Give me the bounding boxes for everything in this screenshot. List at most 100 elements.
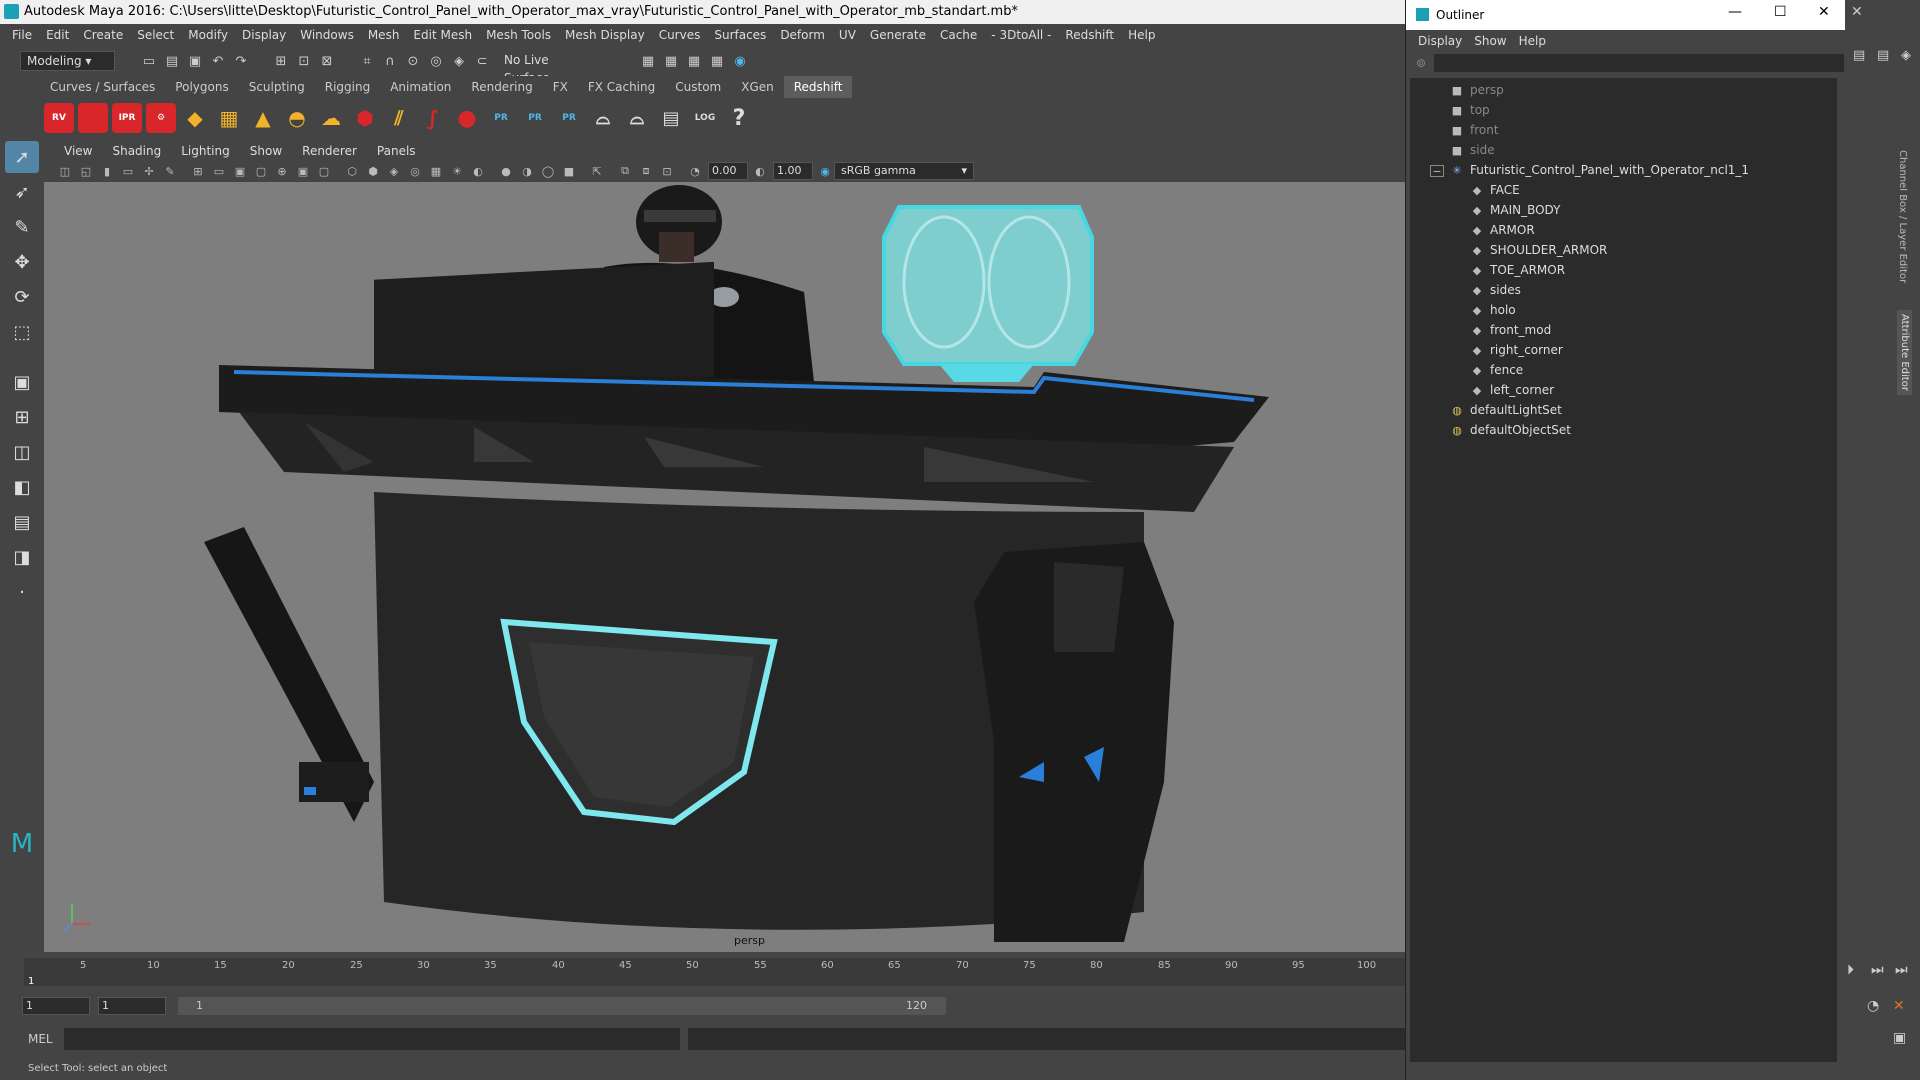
vp-menu-lighting[interactable]: Lighting [181,144,230,158]
outliner-menu-show[interactable]: Show [1474,34,1506,48]
outliner-camera-persp[interactable]: ■ persp [1450,80,1504,100]
collapse-icon[interactable]: · [5,576,39,608]
screen-space-ao-icon[interactable]: ● [497,162,515,180]
snap-grid-icon[interactable]: ⌗ [357,51,377,71]
perspective-viewport[interactable]: persp [44,182,1406,952]
tool-settings-toggle-icon[interactable]: ◈ [1901,48,1911,63]
menu-curves[interactable]: Curves [657,28,703,42]
select-tool-icon[interactable]: ➚ [5,141,39,173]
outliner-item-sides[interactable]: ◆ sides [1470,280,1521,300]
bookmark-icon[interactable]: ▮ [98,162,116,180]
select-object-icon[interactable]: ⊡ [294,51,314,71]
rs-bowl-icon[interactable]: ⌓ [588,103,618,133]
render-frame-icon[interactable]: ▦ [661,51,681,71]
isolate-select-icon[interactable]: ⇱ [588,162,606,180]
ipr-render-icon[interactable]: ▦ [684,51,704,71]
grease-pencil-icon[interactable]: ✎ [161,162,179,180]
menu-uv[interactable]: UV [837,28,858,42]
menu-edit[interactable]: Edit [44,28,71,42]
rs-render-icon[interactable] [78,103,108,133]
attribute-editor-tab[interactable]: Attribute Editor [1897,310,1912,395]
safe-title-icon[interactable]: ▢ [315,162,333,180]
wireframe-on-shaded-icon[interactable]: ◈ [385,162,403,180]
shelf-tab-animation[interactable]: Animation [380,76,461,98]
rs-ipr-icon[interactable]: IPR [112,103,142,133]
shelf-tab-rendering[interactable]: Rendering [461,76,542,98]
rs-proxy-icon[interactable]: ◆ [180,103,210,133]
step-forward-key-icon[interactable]: ⏵ [1847,962,1854,978]
outliner-item-right-corner[interactable]: ◆ right_corner [1470,340,1563,360]
rs-sun-icon[interactable]: ☁ [316,103,346,133]
smooth-shade-icon[interactable]: ⬢ [364,162,382,180]
mel-label[interactable]: MEL [28,1032,53,1046]
shelf-tab-sculpting[interactable]: Sculpting [239,76,315,98]
select-hierarchy-icon[interactable]: ⊞ [271,51,291,71]
camera-select-icon[interactable]: ◱ [77,162,95,180]
minimize-icon[interactable]: — [1728,4,1742,20]
menu-deform[interactable]: Deform [778,28,827,42]
use-lights-icon[interactable]: ☀ [448,162,466,180]
main-close-icon[interactable]: ✕ [1851,4,1863,20]
paint-select-icon[interactable]: ✎ [5,211,39,243]
shelf-tab-curves-surfaces[interactable]: Curves / Surfaces [40,76,165,98]
hypershade-layout-icon[interactable]: ◨ [5,541,39,573]
snap-curve-icon[interactable]: ∩ [380,51,400,71]
field-chart-icon[interactable]: ⊕ [273,162,291,180]
outliner-menu-help[interactable]: Help [1519,34,1546,48]
rs-sphere-icon[interactable]: ● [452,103,482,133]
snap-point-icon[interactable]: ⊙ [403,51,423,71]
shelf-tab-custom[interactable]: Custom [665,76,731,98]
outliner-item-holo[interactable]: ◆ holo [1470,300,1516,320]
redo-icon[interactable]: ↷ [231,51,251,71]
vp-menu-view[interactable]: View [64,144,92,158]
menu-3dtoall[interactable]: - 3DtoAll - [989,28,1053,42]
side-by-side-icon[interactable]: ◫ [5,436,39,468]
menu-edit-mesh[interactable]: Edit Mesh [411,28,474,42]
single-pane-icon[interactable]: ▣ [5,366,39,398]
channel-box-toggle-icon[interactable]: ▤ [1853,48,1865,63]
new-scene-icon[interactable]: ▭ [139,51,159,71]
rs-pr-icon-1[interactable]: PR [486,103,516,133]
collapse-toggle-icon[interactable]: − [1430,164,1444,177]
rs-log-icon[interactable]: LOG [690,103,720,133]
outliner-item-shoulder-armor[interactable]: ◆ SHOULDER_ARMOR [1470,240,1608,260]
persp-outliner-icon[interactable]: ◧ [5,471,39,503]
open-scene-icon[interactable]: ▤ [162,51,182,71]
outliner-item-face[interactable]: ◆ FACE [1470,180,1520,200]
select-component-icon[interactable]: ⊠ [317,51,337,71]
outliner-item-main-body[interactable]: ◆ MAIN_BODY [1470,200,1561,220]
mode-dropdown[interactable]: Modeling ▾ [20,51,115,71]
next-key-icon[interactable]: ⏭ [1871,962,1884,978]
gamma-icon[interactable]: ◐ [751,162,769,180]
exposure-icon[interactable]: ◔ [686,162,704,180]
rs-help-icon[interactable]: ? [724,103,754,133]
gate-mask-icon[interactable]: ▢ [252,162,270,180]
aa-icon[interactable]: ◯ [539,162,557,180]
dof-icon[interactable]: ■ [560,162,578,180]
rs-render-view-icon[interactable]: RV [44,103,74,133]
xray-joints-icon[interactable]: ⧉ [616,162,634,180]
menu-modify[interactable]: Modify [186,28,230,42]
textured-icon[interactable]: ▦ [427,162,445,180]
menu-select[interactable]: Select [135,28,176,42]
rs-pr-icon-2[interactable]: PR [520,103,550,133]
outliner-camera-side[interactable]: ■ side [1450,140,1495,160]
script-editor-icon[interactable]: ▣ [1893,1030,1906,1046]
outliner-item-toe-armor[interactable]: ◆ TOE_ARMOR [1470,260,1565,280]
menu-file[interactable]: File [10,28,34,42]
maximize-icon[interactable]: ☐ [1774,4,1787,20]
menu-surfaces[interactable]: Surfaces [712,28,768,42]
live-surface-field[interactable]: No Live Surface [498,51,598,85]
image-plane-icon[interactable]: ▭ [119,162,137,180]
shelf-tab-xgen[interactable]: XGen [731,76,784,98]
auto-key-icon[interactable]: ◔ [1867,998,1879,1014]
close-icon[interactable]: ✕ [1818,4,1830,20]
shelf-tab-redshift[interactable]: Redshift [783,76,853,98]
persp-graph-icon[interactable]: ▤ [5,506,39,538]
outliner-camera-front[interactable]: ■ front [1450,120,1499,140]
vp-menu-panels[interactable]: Panels [377,144,416,158]
rs-bowl-2-icon[interactable]: ⌓ [622,103,652,133]
rs-spotlight-icon[interactable]: ▲ [248,103,278,133]
xray-active-icon[interactable]: ⧈ [637,162,655,180]
lasso-tool-icon[interactable]: ➶ [5,176,39,208]
